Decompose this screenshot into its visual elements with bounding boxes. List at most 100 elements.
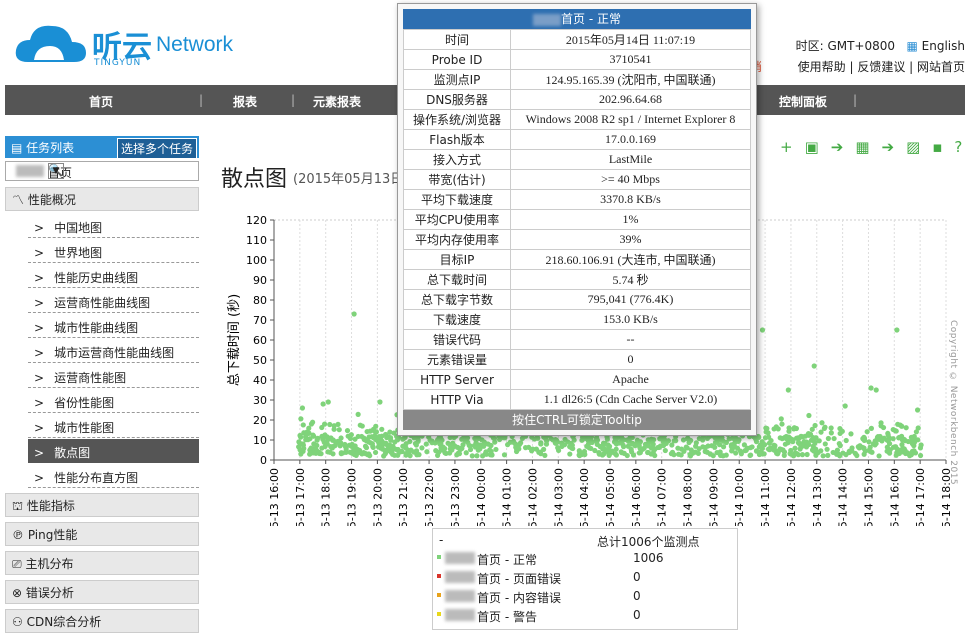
sidebar-item[interactable]: > 散点图 — [28, 439, 199, 463]
scatter-point — [911, 439, 918, 445]
scatter-point — [821, 425, 827, 432]
scatter-point — [367, 428, 373, 434]
tooltip-key: 下载速度 — [403, 309, 511, 330]
legend-name: 首页 - 正常 — [477, 553, 537, 567]
export-image-icon[interactable]: ➔▨ — [882, 138, 933, 156]
help-links[interactable]: 使用帮助 | 反馈建议 | 网站首页 — [798, 60, 965, 74]
tooltip-value: 795,041 (776.4K) — [510, 289, 751, 310]
section-overview[interactable]: 〽 性能概况 — [5, 187, 199, 211]
tooltip-key: DNS服务器 — [403, 89, 511, 110]
legend-row[interactable]: 首页 - 页面错误 0 — [433, 568, 733, 587]
section-host[interactable]: ⎚ 主机分布 — [5, 551, 199, 575]
tooltip-value: Apache — [510, 369, 751, 390]
nav-control-panel[interactable]: 控制面板 — [779, 93, 827, 110]
legend-name: 首页 - 内容错误 — [477, 591, 561, 605]
sidebar-item[interactable]: > 城市性能图 — [28, 414, 199, 438]
tooltip-value: 17.0.0.169 — [510, 129, 751, 150]
section-ping[interactable]: ℗ Ping性能 — [5, 522, 199, 546]
tooltip-key: 元素错误量 — [403, 349, 511, 370]
x-tick-label: 05-14 12:00 — [785, 468, 798, 526]
scatter-point — [450, 440, 456, 446]
export-pdf-icon[interactable]: ➔▦ — [831, 138, 882, 156]
add-icon[interactable]: +▣ — [780, 138, 831, 156]
scatter-point — [297, 432, 303, 439]
sidebar-item[interactable]: > 性能分布直方图 — [28, 464, 199, 488]
cdn-icon: ⚇ — [12, 615, 23, 629]
scatter-point — [375, 439, 381, 445]
scatter-point — [700, 437, 706, 443]
sidebar-item[interactable]: > 中国地图 — [28, 214, 199, 238]
sidebar-item[interactable]: > 城市运营商性能曲线图 — [28, 339, 199, 363]
scatter-point — [896, 434, 902, 441]
task-search-input[interactable]: 首页 🔍 ▼ — [5, 161, 199, 181]
sidebar-item[interactable]: > 省份性能图 — [28, 389, 199, 413]
tooltip-row: 带宽(估计) >= 40 Mbps — [403, 169, 751, 190]
dropdown-arrow-icon[interactable]: ▼ — [48, 163, 64, 179]
legend-row[interactable]: 首页 - 内容错误 0 — [433, 587, 733, 606]
y-tick-label: 60 — [253, 334, 267, 347]
nav-home[interactable]: 首页 — [89, 93, 113, 110]
legend-name: 首页 - 页面错误 — [477, 572, 561, 586]
sidebar-item[interactable]: > 世界地图 — [28, 239, 199, 263]
sidebar-item[interactable]: > 运营商性能曲线图 — [28, 289, 199, 313]
brand-en: Network — [156, 33, 234, 56]
section-metrics-label: 性能指标 — [26, 499, 75, 513]
scatter-point — [836, 440, 842, 447]
scatter-point — [538, 441, 544, 447]
sidebar-item[interactable]: > 性能历史曲线图 — [28, 264, 199, 288]
scatter-point — [319, 424, 325, 431]
help-icon[interactable]: ▪? — [932, 138, 971, 156]
language-link[interactable]: English — [922, 39, 965, 53]
scatter-point — [387, 435, 394, 441]
scatter-point — [352, 443, 358, 449]
nav-reports[interactable]: 报表 — [233, 93, 257, 110]
section-metrics[interactable]: ⛫ 性能指标 — [5, 493, 199, 517]
page-subtitle: (2015年05月13日 — [293, 172, 404, 187]
scatter-point — [681, 448, 687, 454]
chevron-right-icon: > — [34, 446, 45, 460]
scatter-point — [501, 452, 508, 458]
section-errors[interactable]: ⊗ 错误分析 — [5, 580, 199, 604]
nav-element-reports[interactable]: 元素报表 — [313, 93, 361, 110]
scatter-point — [586, 445, 592, 451]
scatter-point — [790, 439, 796, 445]
scatter-point — [299, 405, 306, 411]
select-multiple-tasks-button[interactable]: 选择多个任务 — [116, 138, 197, 159]
tooltip-value: 3370.8 KB/s — [510, 189, 751, 210]
search-icon[interactable]: 🔍 — [48, 163, 178, 177]
scatter-point — [300, 422, 306, 428]
scatter-point — [909, 450, 915, 456]
scatter-point — [849, 445, 855, 451]
logo[interactable]: 听云 Network TINGYUN — [14, 20, 274, 75]
scatter-point — [596, 451, 602, 457]
scatter-point — [301, 445, 307, 452]
scatter-point — [890, 436, 896, 442]
brand-sub: TINGYUN — [94, 58, 142, 68]
tooltip-row: 监测点IP 124.95.165.39 (沈阳市, 中国联通) — [403, 69, 751, 90]
scatter-point — [379, 426, 385, 432]
section-cdn[interactable]: ⚇ CDN综合分析 — [5, 609, 199, 633]
scatter-point — [629, 440, 636, 446]
scatter-point — [902, 438, 908, 444]
scatter-point — [917, 452, 924, 459]
scatter-point — [300, 441, 306, 447]
sidebar-item[interactable]: > 城市性能曲线图 — [28, 314, 199, 338]
scatter-point — [351, 311, 357, 317]
sidebar-item[interactable]: > 运营商性能图 — [28, 364, 199, 388]
tooltip-key: 平均内存使用率 — [403, 229, 511, 250]
task-list-header: ▤ 任务列表 选择多个任务 — [5, 136, 199, 159]
legend-row[interactable]: 首页 - 正常 1006 — [433, 549, 733, 568]
redacted-text — [445, 571, 475, 583]
tooltip-value: 0 — [510, 349, 751, 370]
scatter-point — [720, 444, 727, 450]
legend-row[interactable]: 首页 - 警告 0 — [433, 606, 733, 625]
y-axis-label: 总下载时间 (秒) — [227, 294, 242, 386]
scatter-point — [786, 425, 792, 431]
scatter-point — [707, 451, 713, 457]
scatter-point — [336, 427, 342, 433]
scatter-point — [660, 442, 667, 449]
scatter-point — [423, 441, 429, 447]
scatter-point — [861, 451, 867, 457]
tooltip-value: 5.74 秒 — [510, 269, 751, 290]
cloud-logo-icon — [15, 25, 86, 62]
